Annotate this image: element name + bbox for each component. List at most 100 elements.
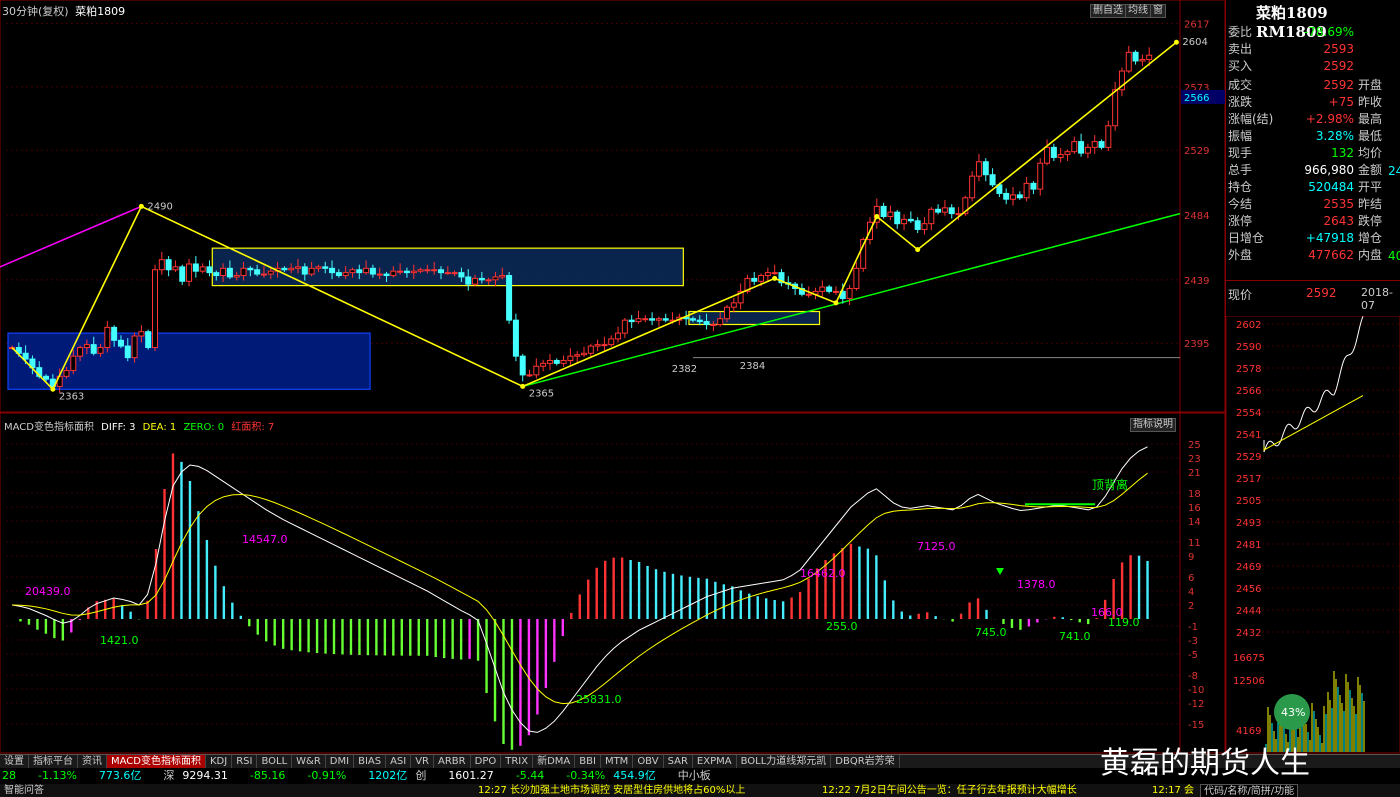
candle-body <box>485 279 492 282</box>
quote-label2: 跌停 <box>1358 214 1383 228</box>
price-tick-label: 2439 <box>1184 276 1209 287</box>
macd-bar-label: 1378.0 <box>1017 578 1056 591</box>
candle-body <box>649 318 656 321</box>
mini-tick-label: 2602 <box>1236 320 1261 331</box>
candle-body <box>70 355 77 372</box>
macd-tick-label: -8 <box>1188 671 1198 682</box>
candle-body <box>941 207 948 213</box>
index-item: 28 <box>2 769 16 782</box>
price-annotation: 2490 <box>147 201 172 212</box>
news-item-2[interactable]: 12:22 7月2日午间公告一览：任子行去年报预计大幅增长 <box>822 784 1077 797</box>
candle-body <box>349 269 356 274</box>
tab-1[interactable]: 指标平台 <box>29 755 78 768</box>
quote-label: 委比 <box>1228 25 1253 39</box>
ma-button[interactable]: 均线 <box>1125 4 1151 18</box>
candle-body <box>574 354 581 357</box>
candle-body <box>914 220 921 230</box>
candle-body <box>111 326 118 341</box>
quote-date: 2018-07 <box>1361 286 1393 312</box>
tab-6[interactable]: BOLL <box>257 755 293 768</box>
tab-21[interactable]: BOLL力道线郑元凯 <box>737 755 832 768</box>
news-item-3[interactable]: 12:17 会 <box>1152 784 1194 797</box>
candle-body <box>1044 146 1051 164</box>
mini-tick-label: 2456 <box>1236 584 1261 595</box>
price-annotation: 2365 <box>529 388 554 399</box>
wave-pivot-marker <box>50 386 56 392</box>
tab-14[interactable]: TRIX <box>501 755 534 768</box>
candle-body <box>431 269 438 272</box>
tab-8[interactable]: DMI <box>326 755 355 768</box>
price-annotation: 2382 <box>672 364 697 375</box>
tab-4[interactable]: KDJ <box>206 755 233 768</box>
tab-15[interactable]: 新DMA <box>533 755 576 768</box>
tab-13[interactable]: DPO <box>471 755 502 768</box>
tab-0[interactable]: 设置 <box>0 755 29 768</box>
mini-vol-label: 12506 <box>1233 676 1265 687</box>
wave-pivot-marker <box>772 275 778 281</box>
news-item-1[interactable]: 12:27 长沙加强土地市场调控 安居型住房供地将占60%以上 <box>478 784 745 797</box>
candle-body <box>553 359 560 364</box>
candle-body <box>363 267 370 274</box>
macd-bar-label: 1421.0 <box>100 634 139 647</box>
quote-value: 2592 <box>1323 59 1354 73</box>
candle-body <box>492 276 499 281</box>
candle-body <box>703 321 710 325</box>
candle-body <box>390 270 397 277</box>
candle-body <box>131 335 138 359</box>
smart-qa-link[interactable]: 智能问答 <box>4 785 44 796</box>
candle-body <box>117 339 124 347</box>
now-price-value: 2592 <box>1306 286 1337 300</box>
tab-9[interactable]: BIAS <box>354 755 387 768</box>
candle-body <box>1023 182 1030 199</box>
tab-22[interactable]: DBQR岩芳荣 <box>831 755 900 768</box>
quote-value: 2593 <box>1323 42 1354 56</box>
candle-body <box>1146 54 1153 61</box>
tab-19[interactable]: SAR <box>664 755 693 768</box>
quote-value: 520484 <box>1308 180 1354 194</box>
tab-5[interactable]: RSI <box>232 755 258 768</box>
candle-body <box>451 272 458 275</box>
quote-row: 日增仓 +47918 增仓 <box>1228 230 1398 247</box>
watermark-text: 黄磊的期货人生 <box>1100 746 1310 781</box>
candle-body <box>1037 162 1044 190</box>
candle-body <box>608 338 615 346</box>
tab-3[interactable]: MACD变色指标面积 <box>107 755 206 768</box>
candle-body <box>533 365 540 376</box>
tab-18[interactable]: OBV <box>633 755 664 768</box>
del-watch-button[interactable]: 删自选 <box>1090 4 1126 18</box>
index-item: 1601.27 <box>448 769 494 782</box>
macd-tick-label: -3 <box>1188 636 1198 647</box>
tab-11[interactable]: VR <box>411 755 435 768</box>
index-item: 773.6亿 <box>98 769 142 782</box>
mini-tick-label: 2578 <box>1236 364 1261 375</box>
index-item: 454.9亿 <box>613 769 656 782</box>
intraday-mini-chart: 2602 2590 2578 2566 2554 2541 2529 2517 2505 2493… <box>1225 315 1400 754</box>
quote-value: 132 <box>1331 146 1354 160</box>
command-input[interactable]: 代码/名称/简拼/功能 <box>1200 784 1299 797</box>
macd-bar-label: 25831.0 <box>576 693 622 706</box>
tab-2[interactable]: 资讯 <box>78 755 107 768</box>
price-annotation: 2363 <box>59 391 84 402</box>
indicator-help-button[interactable]: 指标说明 <box>1130 418 1176 432</box>
macd-tick-label: 23 <box>1188 454 1201 465</box>
candle-body <box>308 267 315 275</box>
candle-body <box>730 302 737 308</box>
mini-tick-label: 2541 <box>1236 430 1261 441</box>
candle-body <box>1003 192 1010 200</box>
candle-body <box>1139 59 1146 62</box>
candle-body <box>104 326 111 349</box>
candle-body <box>226 267 233 278</box>
candle-body <box>805 293 812 296</box>
candle-body <box>621 319 628 334</box>
tab-16[interactable]: BBI <box>575 755 601 768</box>
candle-body <box>301 266 308 275</box>
quote-row: 现手 132 均价 <box>1228 145 1398 162</box>
tab-17[interactable]: MTM <box>601 755 634 768</box>
tab-20[interactable]: EXPMA <box>693 755 737 768</box>
window-button[interactable]: 窗 <box>1150 4 1166 18</box>
quote-label2: 金额 <box>1358 163 1383 177</box>
tab-10[interactable]: ASI <box>386 755 412 768</box>
tab-12[interactable]: ARBR <box>434 755 471 768</box>
tab-7[interactable]: W&R <box>292 755 326 768</box>
candle-body <box>342 272 349 277</box>
